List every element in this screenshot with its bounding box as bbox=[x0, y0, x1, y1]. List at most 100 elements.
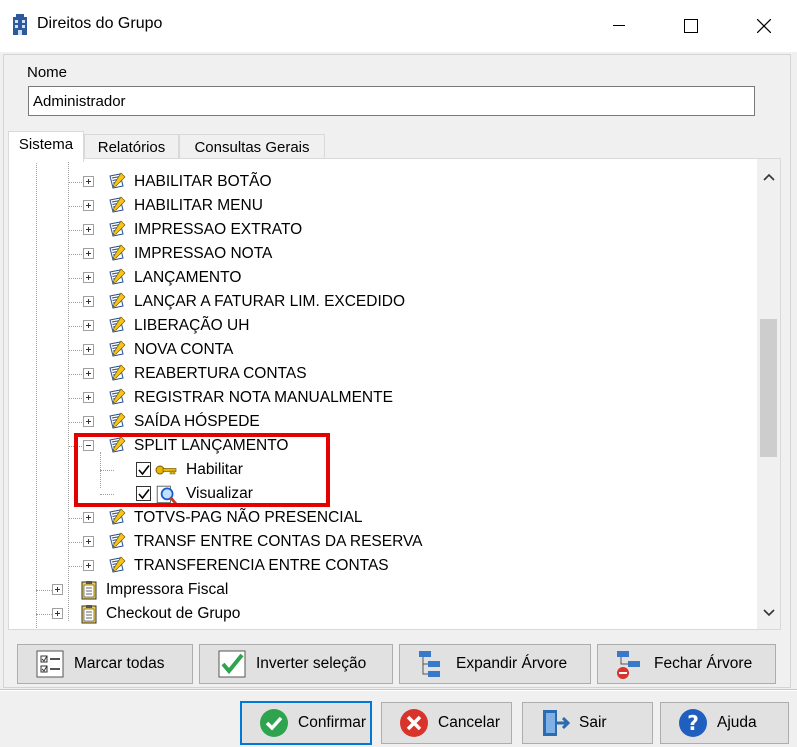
maximize-button[interactable] bbox=[658, 0, 723, 52]
tree-collapse-icon bbox=[617, 651, 640, 679]
tree-line bbox=[68, 542, 82, 543]
expand-icon[interactable] bbox=[52, 584, 63, 595]
tree-node[interactable]: SAÍDA HÓSPEDE bbox=[9, 410, 757, 434]
permissions-tree[interactable]: HABILITAR BOTÃO HABILITAR MENU IMPRESSAO E… bbox=[8, 158, 781, 630]
chevron-down-icon bbox=[762, 609, 775, 617]
scroll-down-button[interactable] bbox=[757, 601, 780, 625]
close-button[interactable] bbox=[731, 0, 796, 52]
checkmark-icon bbox=[218, 650, 246, 678]
tree-node[interactable]: IMPRESSAO NOTA bbox=[9, 242, 757, 266]
scrollbar-thumb[interactable] bbox=[760, 319, 777, 457]
title-bar: Direitos do Grupo bbox=[0, 0, 797, 52]
tree-node[interactable]: HABILITAR MENU bbox=[9, 194, 757, 218]
tree-line bbox=[68, 422, 82, 423]
minimize-icon bbox=[612, 25, 625, 26]
window-title: Direitos do Grupo bbox=[37, 15, 163, 32]
tab-relatorios[interactable]: Relatórios bbox=[84, 134, 179, 160]
vertical-scrollbar[interactable] bbox=[757, 159, 780, 629]
cancelar-button[interactable]: Cancelar bbox=[381, 702, 512, 744]
expand-icon[interactable] bbox=[83, 200, 94, 211]
document-pencil-icon bbox=[107, 268, 127, 288]
tree-node[interactable]: LANÇAR A FATURAR LIM. EXCEDIDO bbox=[9, 290, 757, 314]
tree-node[interactable]: REABERTURA CONTAS bbox=[9, 362, 757, 386]
tree-expand-icon bbox=[419, 651, 440, 677]
expand-icon[interactable] bbox=[83, 272, 94, 283]
sair-button[interactable]: Sair bbox=[522, 702, 653, 744]
tree-node-label: IMPRESSAO NOTA bbox=[134, 245, 273, 262]
document-pencil-icon bbox=[107, 532, 127, 552]
tree-node[interactable]: HABILITAR BOTÃO bbox=[9, 170, 757, 194]
tree-node[interactable]: NOVA CONTA bbox=[9, 338, 757, 362]
marcar-todas-button[interactable]: Marcar todas bbox=[17, 644, 193, 684]
tree-node-label: Checkout de Grupo bbox=[106, 605, 241, 622]
tree-line bbox=[68, 398, 82, 399]
document-pencil-icon bbox=[107, 316, 127, 336]
clipboard-icon bbox=[79, 604, 99, 624]
tab-label: Consultas Gerais bbox=[194, 139, 310, 156]
clipboard-icon bbox=[79, 580, 99, 600]
tree-node-label: SAÍDA HÓSPEDE bbox=[134, 413, 260, 430]
expand-icon[interactable] bbox=[83, 368, 94, 379]
tree-line bbox=[68, 566, 82, 567]
tree-node[interactable]: TOTVS-PAG NÃO PRESENCIAL bbox=[9, 506, 757, 530]
name-label: Nome bbox=[27, 64, 68, 81]
tab-sistema[interactable]: Sistema bbox=[8, 131, 84, 162]
tab-consultas-gerais[interactable]: Consultas Gerais bbox=[179, 134, 325, 160]
expand-icon[interactable] bbox=[83, 416, 94, 427]
tree-node[interactable]: LANÇAMENTO bbox=[9, 266, 757, 290]
confirmar-button[interactable]: Confirmar bbox=[240, 701, 372, 745]
tree-node[interactable]: REGISTRAR NOTA MANUALMENTE bbox=[9, 386, 757, 410]
svg-text:?: ? bbox=[687, 711, 699, 735]
tree-line bbox=[68, 254, 82, 255]
expand-icon[interactable] bbox=[52, 608, 63, 619]
button-label: Sair bbox=[579, 714, 607, 731]
tree-node-label: Impressora Fiscal bbox=[106, 581, 229, 598]
document-pencil-icon bbox=[107, 388, 127, 408]
tree-node[interactable]: IMPRESSAO EXTRATO bbox=[9, 218, 757, 242]
document-pencil-icon bbox=[107, 508, 127, 528]
tree-node-label: LIBERAÇÃO UH bbox=[134, 317, 250, 334]
expand-icon[interactable] bbox=[83, 296, 94, 307]
expand-icon[interactable] bbox=[83, 512, 94, 523]
tree-line bbox=[68, 326, 82, 327]
close-icon bbox=[756, 19, 771, 33]
button-label: Fechar Árvore bbox=[654, 655, 753, 672]
tree-node[interactable]: Impressora Fiscal bbox=[9, 578, 757, 602]
tree-node[interactable]: Checkout de Grupo bbox=[9, 602, 757, 626]
tab-label: Sistema bbox=[18, 136, 74, 153]
expand-icon[interactable] bbox=[83, 224, 94, 235]
tree-line bbox=[36, 590, 52, 591]
tree-node[interactable]: TRANSFERENCIA ENTRE CONTAS bbox=[9, 554, 757, 578]
scroll-up-button[interactable] bbox=[757, 165, 780, 189]
tree-line bbox=[68, 302, 82, 303]
tree-line bbox=[68, 350, 82, 351]
expand-icon[interactable] bbox=[83, 560, 94, 571]
expand-icon[interactable] bbox=[83, 176, 94, 187]
button-label: Inverter seleção bbox=[256, 655, 367, 672]
document-pencil-icon bbox=[107, 364, 127, 384]
tree-node[interactable]: TRANSF ENTRE CONTAS DA RESERVA bbox=[9, 530, 757, 554]
button-label: Ajuda bbox=[717, 714, 757, 731]
tree-node[interactable]: LIBERAÇÃO UH bbox=[9, 314, 757, 338]
document-pencil-icon bbox=[107, 196, 127, 216]
ajuda-button[interactable]: ? Ajuda bbox=[660, 702, 789, 744]
button-label: Marcar todas bbox=[74, 655, 165, 672]
expand-icon[interactable] bbox=[83, 536, 94, 547]
button-label: Confirmar bbox=[298, 714, 367, 731]
tree-line bbox=[68, 182, 82, 183]
expand-icon[interactable] bbox=[83, 320, 94, 331]
expand-icon[interactable] bbox=[83, 344, 94, 355]
tree-node-label: TOTVS-PAG NÃO PRESENCIAL bbox=[134, 509, 363, 526]
tree-node-label: TRANSFERENCIA ENTRE CONTAS bbox=[134, 557, 389, 574]
minimize-button[interactable] bbox=[586, 0, 651, 52]
fechar-arvore-button[interactable]: Fechar Árvore bbox=[597, 644, 776, 684]
name-field[interactable] bbox=[28, 86, 755, 116]
document-pencil-icon bbox=[107, 340, 127, 360]
expand-icon[interactable] bbox=[83, 248, 94, 259]
expand-icon[interactable] bbox=[83, 392, 94, 403]
maximize-icon bbox=[683, 19, 698, 33]
exit-door-icon bbox=[543, 710, 571, 736]
inverter-selecao-button[interactable]: Inverter seleção bbox=[199, 644, 393, 684]
tree-line bbox=[68, 230, 82, 231]
expandir-arvore-button[interactable]: Expandir Árvore bbox=[399, 644, 591, 684]
